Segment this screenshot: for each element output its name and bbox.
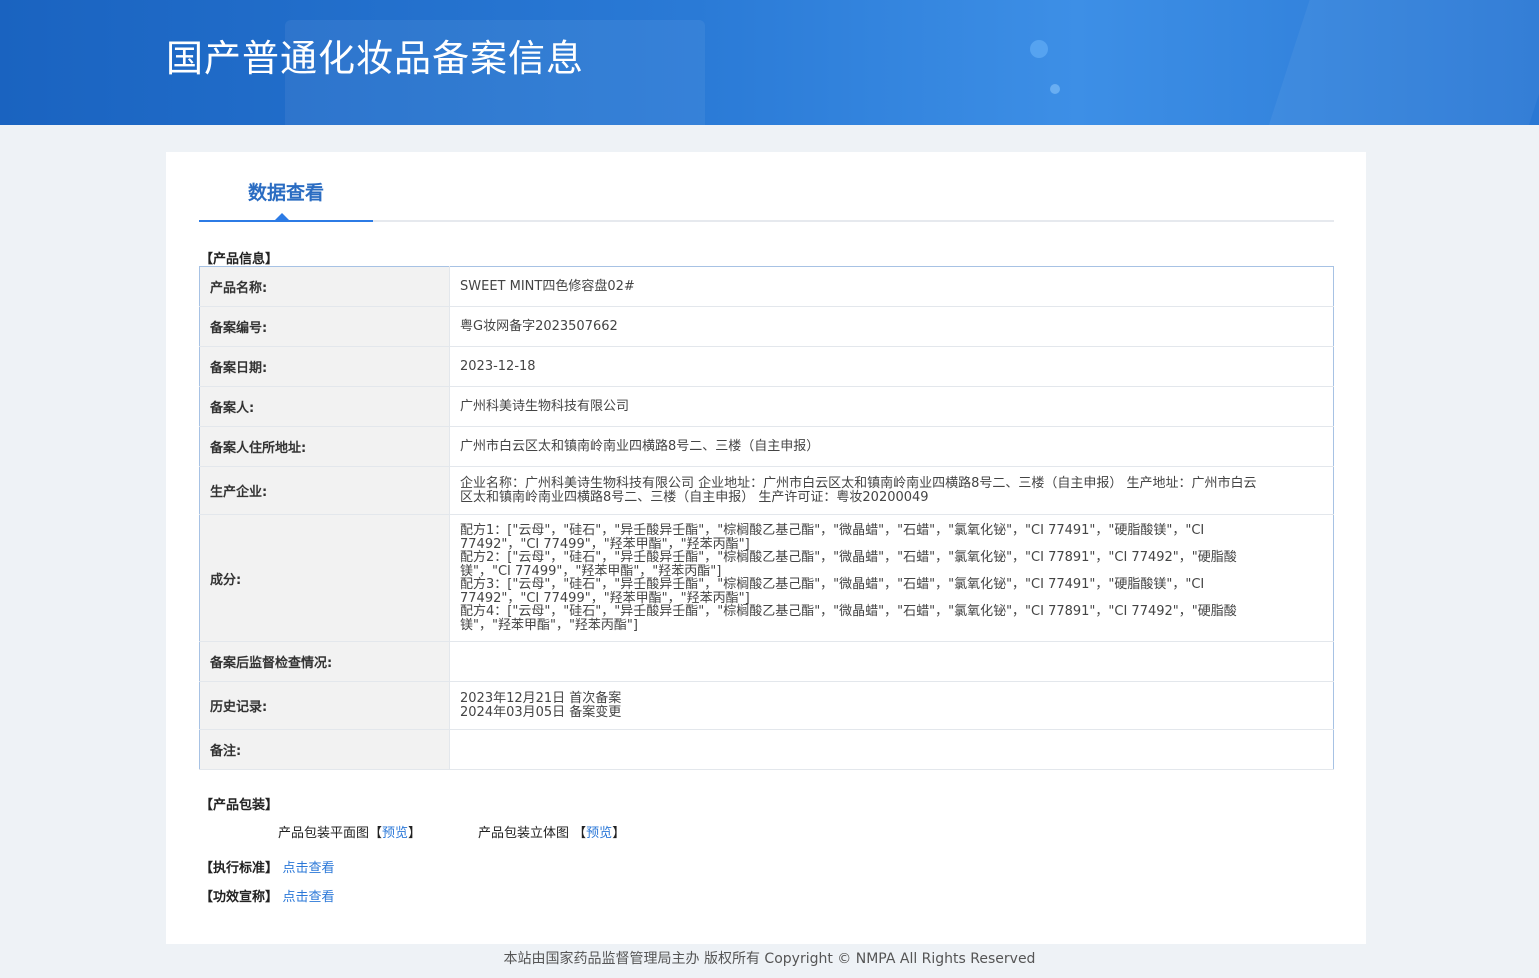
table-row: 产品名称: SWEET MINT四色修容盘02#: [199, 266, 1334, 307]
efficacy-label: 【功效宣称】: [200, 890, 279, 905]
row-label: 生产企业:: [199, 466, 450, 515]
table-row: 备案日期: 2023-12-18: [199, 346, 1334, 387]
product-info-table: 产品名称: SWEET MINT四色修容盘02# 备案编号: 粤G妆网备字202…: [199, 266, 1334, 770]
manufacturer-value: 企业名称：广州科美诗生物科技有限公司 企业地址：广州市白云区太和镇南岭南业四横路…: [449, 466, 1334, 515]
product-info-heading: 【产品信息】: [200, 252, 279, 267]
row-label: 产品名称:: [199, 266, 450, 307]
banner-decoration: [1257, 0, 1539, 125]
text-line: 企业名称：广州科美诗生物科技有限公司 企业地址：广州市白云区太和镇南岭南业四横路…: [460, 476, 1257, 491]
text-line: 配方2：["云母"，"硅石"，"异壬酸异壬酯"，"棕榈酸乙基己酯"，"微晶蜡"，…: [460, 550, 1237, 565]
packaging-solid-label: 产品包装立体图: [478, 826, 570, 841]
standard-row: 【执行标准】 点击查看: [200, 857, 335, 876]
table-row: 备注:: [199, 729, 1334, 770]
remarks-value: [449, 729, 1334, 770]
text-line: 2023年12月21日 首次备案: [460, 691, 622, 706]
table-row: 历史记录: 2023年12月21日 首次备案 2024年03月05日 备案变更: [199, 681, 1334, 730]
row-label: 历史记录:: [199, 681, 450, 730]
flat-preview-link[interactable]: 预览: [382, 826, 408, 841]
history-value: 2023年12月21日 首次备案 2024年03月05日 备案变更: [449, 681, 1334, 730]
tab-label: 数据查看: [247, 182, 324, 204]
solid-preview-link[interactable]: 预览: [586, 826, 612, 841]
text-line: 配方1：["云母"，"硅石"，"异壬酸异壬酯"，"棕榈酸乙基己酯"，"微晶蜡"，…: [460, 523, 1205, 538]
tab-caret-icon: [275, 213, 289, 220]
filing-date-value: 2023-12-18: [449, 346, 1334, 387]
bracket: 【: [369, 826, 383, 841]
row-label: 备案编号:: [199, 306, 450, 347]
banner-dot: [1030, 40, 1048, 58]
packaging-flat-item: 产品包装平面图【预览】: [278, 822, 421, 841]
content-card: 数据查看 【产品信息】 产品名称: SWEET MINT四色修容盘02# 备案编…: [166, 152, 1366, 944]
filing-number-value: 粤G妆网备字2023507662: [449, 306, 1334, 347]
efficacy-view-link[interactable]: 点击查看: [283, 890, 335, 905]
packaging-flat-label: 产品包装平面图: [278, 826, 370, 841]
bracket: 【: [573, 826, 587, 841]
table-row: 成分: 配方1：["云母"，"硅石"，"异壬酸异壬酯"，"棕榈酸乙基己酯"，"微…: [199, 514, 1334, 642]
footer-copyright: 本站由国家药品监督管理局主办 版权所有 Copyright © NMPA All…: [503, 951, 1036, 967]
banner-dot: [1050, 84, 1060, 94]
text-line: 区太和镇南岭南业四横路8号二、三楼（自主申报） 生产许可证：粤妆20200049: [460, 489, 929, 505]
standard-view-link[interactable]: 点击查看: [283, 861, 335, 876]
standard-label: 【执行标准】: [200, 861, 279, 876]
row-label: 成分:: [199, 514, 450, 642]
row-label: 备案后监督检查情况:: [199, 641, 450, 682]
page-title: 国产普通化妆品备案信息: [166, 37, 584, 80]
text-line: 77492"，"CI 77499"，"羟苯甲酯"，"羟苯丙酯"]: [460, 590, 750, 606]
row-label: 备案日期:: [199, 346, 450, 387]
table-row: 备案人: 广州科美诗生物科技有限公司: [199, 386, 1334, 427]
row-label: 备注:: [199, 729, 450, 770]
filer-value: 广州科美诗生物科技有限公司: [449, 386, 1334, 427]
text-line: 镁"，"CI 77499"，"羟苯甲酯"，"羟苯丙酯"]: [460, 563, 722, 579]
table-row: 备案编号: 粤G妆网备字2023507662: [199, 306, 1334, 347]
table-row: 生产企业: 企业名称：广州科美诗生物科技有限公司 企业地址：广州市白云区太和镇南…: [199, 466, 1334, 515]
text-line: 配方4：["云母"，"硅石"，"异壬酸异壬酯"，"棕榈酸乙基己酯"，"微晶蜡"，…: [460, 604, 1237, 619]
text-line: 镁"，"羟苯甲酯"，"羟苯丙酯"]: [460, 617, 638, 633]
bracket: 】: [612, 826, 626, 841]
inspection-value: [449, 641, 1334, 682]
packaging-solid-item: 产品包装立体图 【预览】: [478, 822, 625, 841]
ingredients-value: 配方1：["云母"，"硅石"，"异壬酸异壬酯"，"棕榈酸乙基己酯"，"微晶蜡"，…: [449, 514, 1334, 642]
text-line: 配方3：["云母"，"硅石"，"异壬酸异壬酯"，"棕榈酸乙基己酯"，"微晶蜡"，…: [460, 577, 1205, 592]
text-line: 77492"，"CI 77499"，"羟苯甲酯"，"羟苯丙酯"]: [460, 536, 750, 552]
product-name-value: SWEET MINT四色修容盘02#: [449, 266, 1334, 307]
packaging-heading: 【产品包装】: [200, 798, 279, 813]
text-line: 2024年03月05日 备案变更: [460, 704, 622, 720]
header-banner: 国产普通化妆品备案信息: [0, 0, 1539, 125]
efficacy-row: 【功效宣称】 点击查看: [200, 886, 335, 905]
tab-data-view[interactable]: 数据查看: [199, 152, 373, 222]
row-label: 备案人住所地址:: [199, 426, 450, 467]
filer-address-value: 广州市白云区太和镇南岭南业四横路8号二、三楼（自主申报）: [449, 426, 1334, 467]
table-row: 备案后监督检查情况:: [199, 641, 1334, 682]
bracket: 】: [408, 826, 422, 841]
tab-bar: 数据查看: [199, 152, 1334, 222]
table-row: 备案人住所地址: 广州市白云区太和镇南岭南业四横路8号二、三楼（自主申报）: [199, 426, 1334, 467]
row-label: 备案人:: [199, 386, 450, 427]
